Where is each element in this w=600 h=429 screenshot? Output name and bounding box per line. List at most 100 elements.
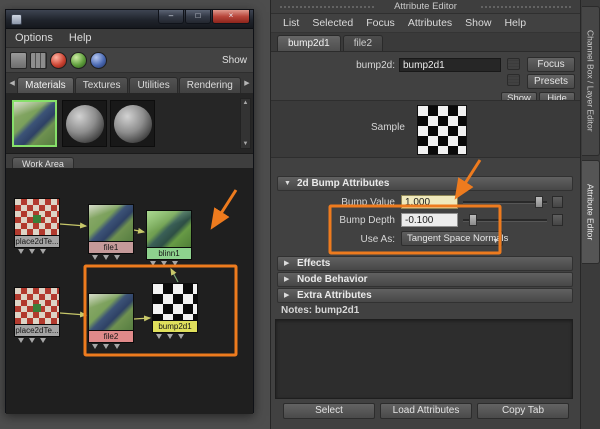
minimize-icon: – — [168, 11, 174, 20]
menu-selected[interactable]: Selected — [312, 17, 353, 29]
node-port-icons[interactable] — [152, 333, 198, 341]
notes-label: Notes: bump2d1 — [281, 305, 360, 316]
bump-depth-slider[interactable] — [463, 213, 547, 227]
show-menu-label[interactable]: Show — [222, 55, 249, 66]
map-texture-button[interactable] — [552, 214, 563, 226]
node-port-icons[interactable] — [88, 343, 134, 351]
menu-help[interactable]: Help — [69, 32, 92, 44]
attribute-editor-menubar: List Selected Focus Attributes Show Help — [271, 14, 580, 33]
node-port-icons[interactable] — [14, 248, 60, 256]
map-texture-button[interactable] — [552, 196, 563, 208]
swatch-material-sphere[interactable] — [110, 100, 155, 147]
menu-attributes[interactable]: Attributes — [408, 17, 452, 29]
hypershade-titlebar[interactable]: – □ × — [6, 10, 253, 29]
section-label: Extra Attributes — [297, 290, 372, 301]
node-port-icons[interactable] — [88, 254, 134, 262]
node-name-field[interactable] — [399, 58, 501, 72]
node-file2[interactable]: file2 — [88, 293, 134, 351]
node-place2dtexture-2[interactable]: place2dTe... — [14, 287, 60, 345]
node-port-icons[interactable] — [14, 337, 60, 345]
grid-icon[interactable] — [30, 51, 47, 69]
section-collapsed-icon: ▶ — [284, 260, 290, 267]
bump-depth-field[interactable] — [401, 213, 458, 227]
green-sphere-icon[interactable] — [70, 51, 87, 69]
node-type-label: bump2d: — [356, 60, 395, 71]
file-texture-swatch-icon — [88, 293, 134, 331]
swatch-scrollbar[interactable]: ▲ ▼ — [240, 98, 251, 149]
bump-value-field[interactable] — [401, 195, 458, 209]
blinn-material-swatch-icon — [146, 210, 192, 248]
node-blinn1[interactable]: blinn1 — [146, 210, 192, 268]
select-button[interactable]: Select — [283, 403, 375, 419]
slider-handle[interactable] — [535, 196, 543, 208]
tab-utilities[interactable]: Utilities — [129, 77, 178, 93]
panel-title: Attribute Editor — [394, 1, 457, 12]
panel-layout-icon[interactable] — [10, 51, 27, 69]
section-effects[interactable]: ▶ Effects — [277, 256, 573, 271]
scroll-up-icon[interactable]: ▲ — [243, 100, 249, 106]
close-button[interactable]: × — [212, 10, 250, 24]
list-icon-bottom[interactable] — [507, 74, 520, 86]
swatch-panel: ▲ ▼ — [6, 94, 253, 154]
menu-focus[interactable]: Focus — [366, 17, 395, 29]
maya-desktop: – □ × Options Help Show ◀ Materials Text… — [0, 0, 600, 429]
scroll-down-icon[interactable]: ▼ — [243, 141, 249, 147]
node-bump2d1[interactable]: bump2d1 — [152, 283, 198, 341]
attribute-editor-panel: Attribute Editor List Selected Focus Att… — [270, 0, 580, 429]
section-node-behavior[interactable]: ▶ Node Behavior — [277, 272, 573, 287]
menu-list[interactable]: List — [283, 17, 299, 29]
tab-channel-box-layer-editor[interactable]: Channel Box / Layer Editor — [582, 6, 600, 156]
node-label: blinn1 — [146, 248, 192, 260]
use-as-label: Use As: — [360, 234, 395, 245]
panel-tab-strip: Channel Box / Layer Editor Attribute Edi… — [580, 0, 600, 429]
swatch-file-texture[interactable] — [12, 100, 57, 147]
swatch-material-sphere[interactable] — [62, 100, 107, 147]
tab-textures[interactable]: Textures — [74, 77, 129, 93]
scroll-right-icon[interactable]: ▶ — [242, 75, 252, 93]
attribute-editor-tabrow: bump2d1 file2 — [271, 33, 580, 52]
tab-attribute-editor[interactable]: Attribute Editor — [582, 160, 600, 264]
maximize-button[interactable]: □ — [185, 10, 211, 24]
hypershade-toolbar: Show — [6, 48, 253, 73]
close-icon: × — [228, 11, 234, 20]
section-collapsed-icon: ▶ — [284, 276, 290, 283]
focus-button[interactable]: Focus — [527, 57, 575, 72]
window-system-icon[interactable] — [11, 14, 22, 25]
tab-rendering[interactable]: Rendering — [178, 77, 241, 93]
minimize-button[interactable]: – — [158, 10, 184, 24]
bump-value-label: Bump Value — [341, 197, 395, 208]
slider-handle[interactable] — [469, 214, 477, 226]
node-port-icons[interactable] — [146, 260, 192, 268]
node-label: file1 — [88, 242, 134, 254]
menu-help[interactable]: Help — [504, 17, 526, 29]
node-label: place2dTe... — [14, 236, 60, 248]
section-2d-bump-attributes[interactable]: ▼ 2d Bump Attributes — [277, 176, 573, 191]
scroll-left-icon[interactable]: ◀ — [7, 75, 17, 93]
menu-options[interactable]: Options — [15, 32, 53, 44]
load-attributes-button[interactable]: Load Attributes — [380, 403, 472, 419]
work-area-canvas[interactable]: place2dTe... file1 blinn1 place2dTe... f — [6, 168, 253, 414]
list-icon-top[interactable] — [507, 58, 520, 70]
presets-button[interactable]: Presets — [527, 74, 575, 89]
copy-tab-button[interactable]: Copy Tab — [477, 403, 569, 419]
node-label: file2 — [88, 331, 134, 343]
blue-sphere-icon[interactable] — [90, 51, 107, 69]
dropdown-arrow-icon: ▼ — [492, 238, 499, 245]
hypershade-window: – □ × Options Help Show ◀ Materials Text… — [5, 9, 254, 414]
section-label: 2d Bump Attributes — [297, 178, 390, 189]
tab-materials[interactable]: Materials — [17, 77, 74, 93]
tab-file2[interactable]: file2 — [342, 35, 384, 51]
section-label: Effects — [297, 258, 331, 269]
bump-value-slider[interactable] — [463, 195, 547, 209]
red-sphere-icon[interactable] — [50, 51, 67, 69]
tab-bump2d1[interactable]: bump2d1 — [277, 35, 341, 51]
menu-show[interactable]: Show — [465, 17, 491, 29]
node-file1[interactable]: file1 — [88, 204, 134, 262]
node-label: place2dTe... — [14, 325, 60, 337]
attribute-editor-header[interactable]: Attribute Editor — [271, 0, 580, 14]
section-extra-attributes[interactable]: ▶ Extra Attributes — [277, 288, 573, 303]
notes-textarea[interactable] — [275, 319, 573, 399]
drag-handle-dots — [480, 5, 572, 9]
use-as-dropdown[interactable]: Tangent Space Normals ▼ — [401, 231, 508, 246]
node-place2dtexture[interactable]: place2dTe... — [14, 198, 60, 256]
